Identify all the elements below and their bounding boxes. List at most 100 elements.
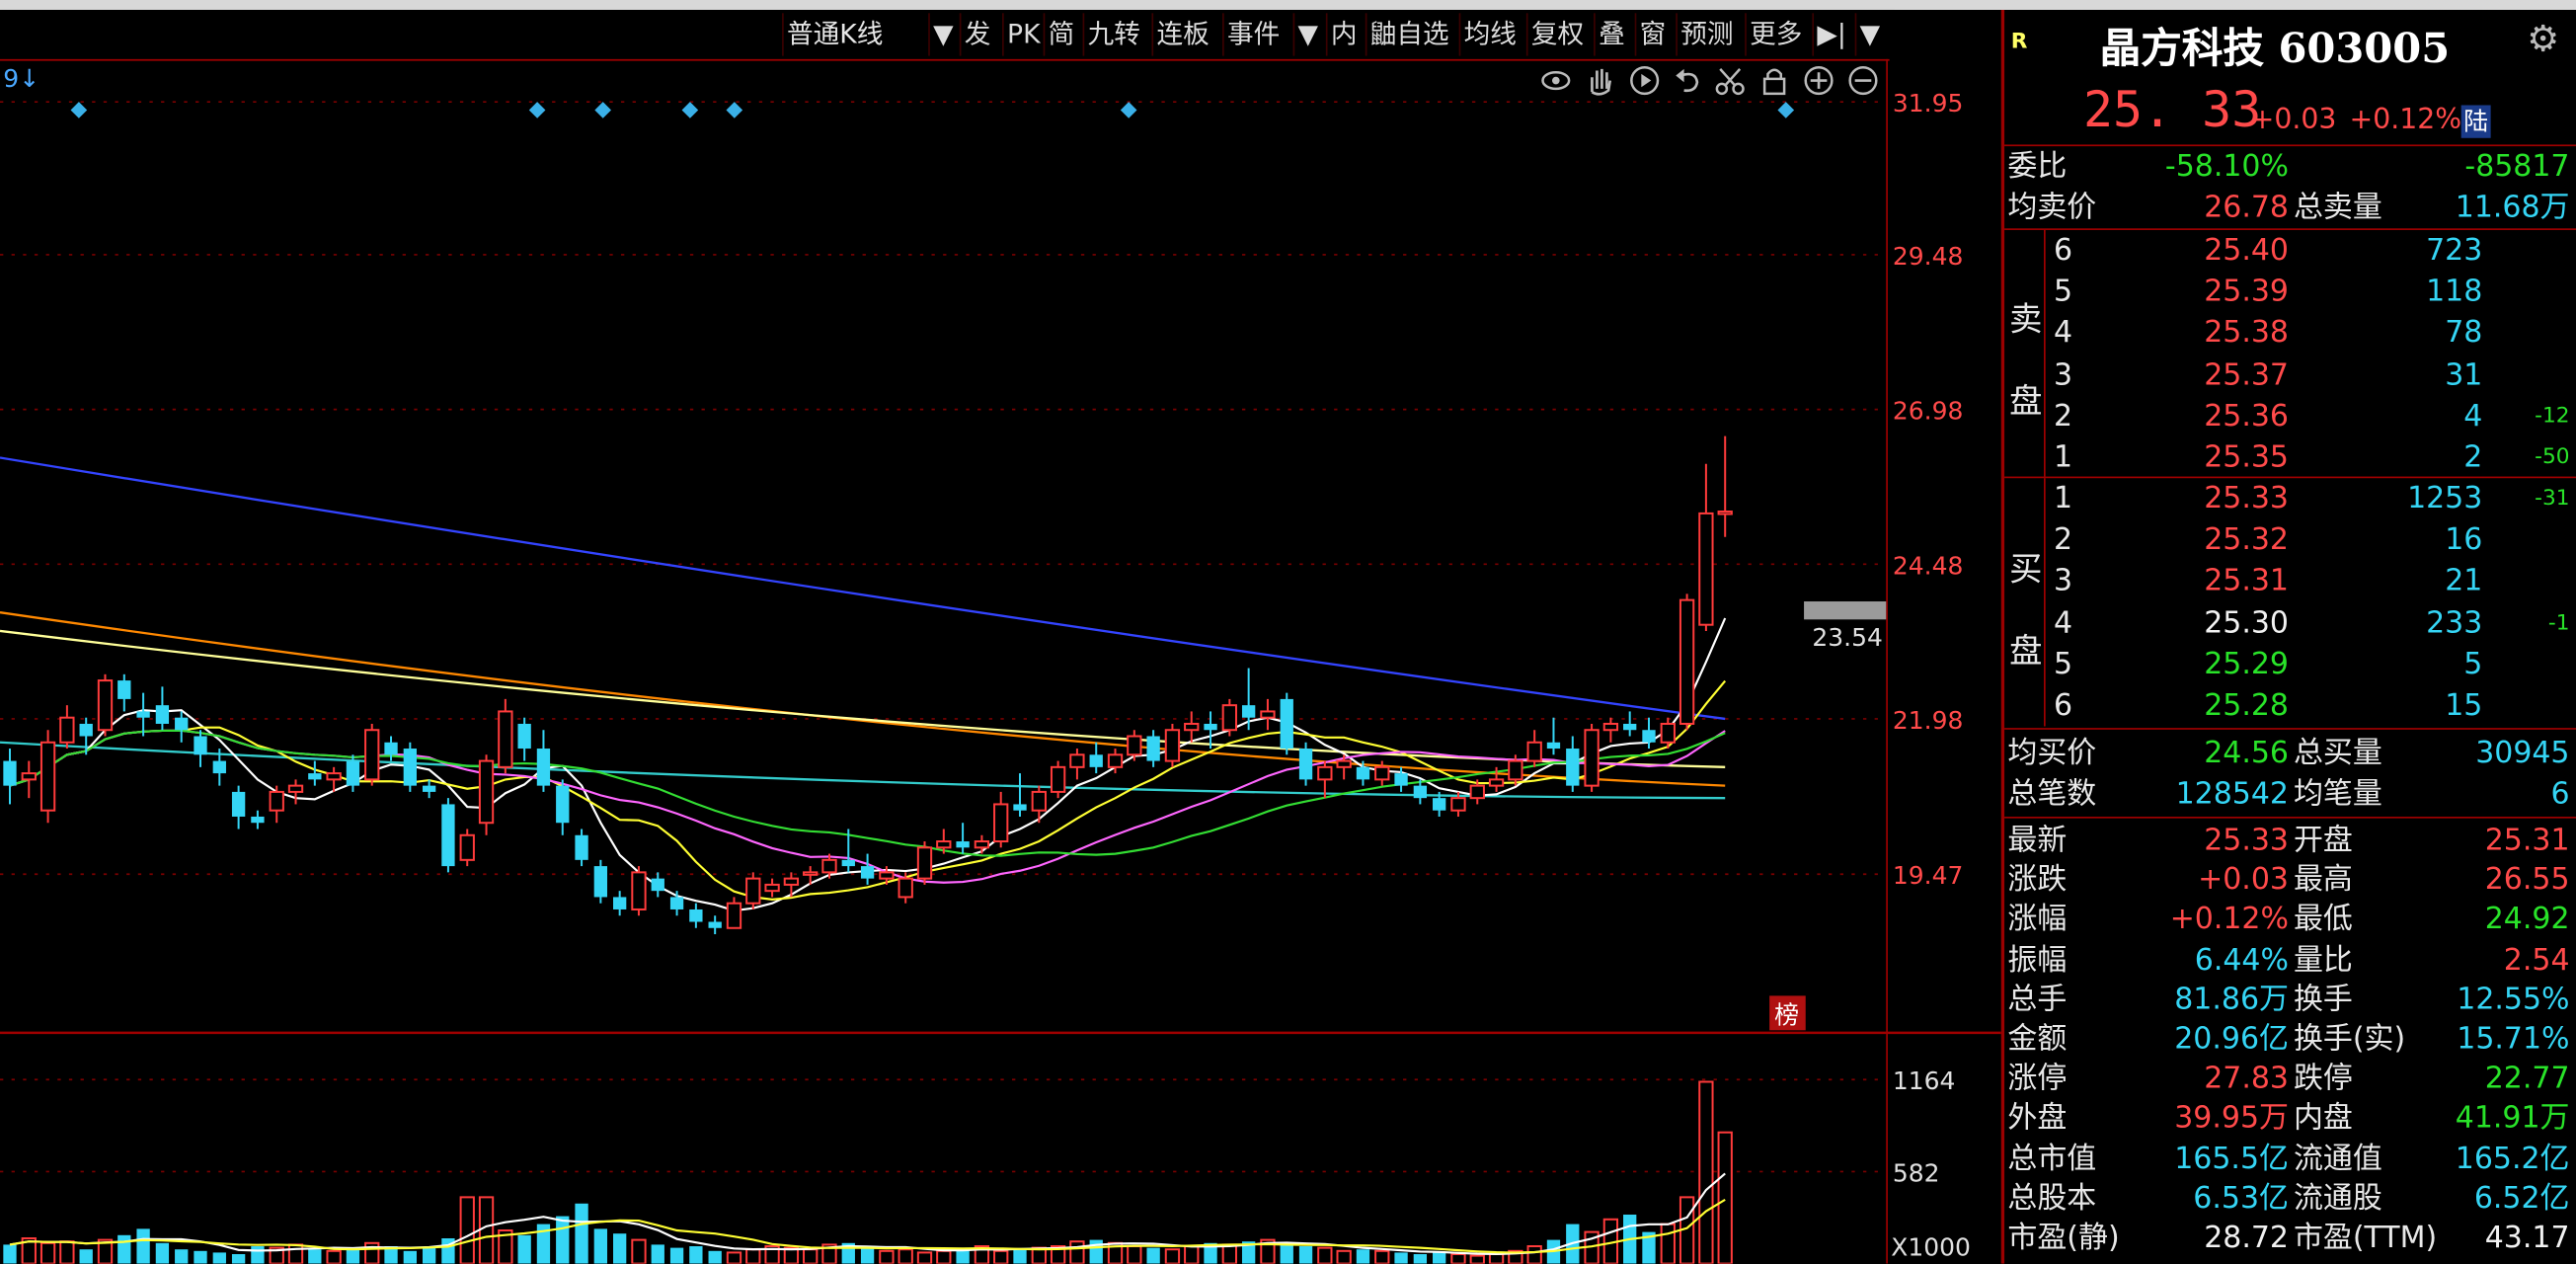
candle-body (1356, 766, 1370, 780)
volume-bar (403, 1250, 417, 1264)
bid-row[interactable]: 3 25.31 21 (2004, 561, 2576, 602)
bid-level: 4 (2054, 605, 2073, 641)
ask-level: 1 (2054, 439, 2073, 475)
volume-bar (1146, 1247, 1160, 1264)
bid-row[interactable]: 2 25.32 16 (2004, 519, 2576, 561)
stat-label: 金额 (2007, 1022, 2068, 1057)
candle-body (1241, 705, 1256, 718)
price-tick-label: 31.95 (1893, 89, 1963, 118)
candle-body (3, 760, 17, 786)
stat-row: 涨跌 +0.03 最高 26.55 (2004, 860, 2576, 902)
ask-row[interactable]: 6 25.40 723 (2004, 230, 2576, 272)
stat-value: 28.72 (2204, 1221, 2289, 1256)
candle-body (422, 785, 436, 792)
bid-row[interactable]: 4 25.30 233 -1 (2004, 602, 2576, 644)
candle-body (1280, 698, 1293, 750)
hand-icon[interactable] (1591, 68, 1612, 96)
candle-body (1127, 735, 1142, 756)
ask-row[interactable]: 1 25.35 2 -50 (2004, 437, 2576, 479)
volume-bar (136, 1228, 150, 1264)
price-tick-label: 26.98 (1893, 397, 1963, 426)
trades-row: 总笔数 128542 均笔量 6 (2004, 774, 2576, 816)
candle-body (745, 877, 761, 905)
gear-icon[interactable]: ⚙ (2527, 20, 2559, 61)
bid-row[interactable]: 6 25.28 15 (2004, 685, 2576, 727)
stat-row: 市盈(静) 28.72 市盈(TTM) 43.17 (2004, 1218, 2576, 1259)
volume-bar (1698, 1080, 1714, 1264)
volume-bar (803, 1248, 819, 1264)
stat-value: 25.31 (2484, 823, 2570, 858)
stat-label: 换手 (2293, 982, 2353, 1017)
eye-icon[interactable] (1541, 70, 1571, 91)
candle-body (708, 921, 722, 928)
undo-icon[interactable] (1676, 68, 1699, 93)
volume-bar (651, 1244, 664, 1264)
bid-volume: 15 (2445, 688, 2483, 724)
price-tick-label: 29.48 (1893, 242, 1963, 271)
ask-volume: 78 (2445, 316, 2483, 352)
price-change-pct: +0.12% (2349, 103, 2462, 137)
volume-bar (39, 1241, 56, 1264)
candle-body (269, 790, 284, 812)
stat-value: 81.86万 (2174, 982, 2289, 1017)
ask-price: 25.35 (2204, 439, 2289, 475)
candle-body (403, 749, 417, 786)
stat-value: 2.54 (2503, 942, 2570, 978)
stat-value: 165.5亿 (2174, 1141, 2289, 1176)
stat-value: 22.77 (2484, 1062, 2570, 1097)
volume-bar (1469, 1254, 1485, 1264)
volume-bar (1413, 1254, 1428, 1264)
zoom-out-icon[interactable] (1848, 65, 1878, 96)
stat-label: 涨幅 (2007, 903, 2068, 938)
zoom-in-icon[interactable] (1804, 65, 1834, 96)
candle-body (346, 760, 360, 786)
bid-price: 25.29 (2204, 647, 2289, 682)
scissors-icon[interactable] (1715, 68, 1745, 96)
candle-body (956, 841, 970, 848)
volume-ma5-line (9, 1172, 1726, 1256)
volume-bar (155, 1242, 170, 1264)
ask-row[interactable]: 2 25.36 4 -12 (2004, 396, 2576, 437)
price-change: +0.03 (2250, 103, 2337, 137)
stock-title: 晶方科技 603005 (2099, 24, 2451, 73)
candle-body (1204, 723, 1217, 731)
candle-body (1089, 754, 1103, 767)
stat-value: 12.55% (2457, 982, 2570, 1017)
bid-level: 2 (2054, 522, 2073, 558)
bid-change: -1 (2547, 610, 2570, 636)
event-marker-icon (726, 102, 743, 118)
candle-body (669, 897, 684, 909)
stat-label: 总市值 (2007, 1141, 2097, 1176)
kline-chart[interactable]: 31.95 29.48 26.98 24.48 21.98 19.47 1164 582 9↓… (0, 0, 2001, 1264)
buy-avg-price: 24.56 (2204, 736, 2289, 771)
current-price-marker (1804, 601, 1887, 620)
ask-row[interactable]: 4 25.38 78 (2004, 313, 2576, 355)
bid-row[interactable]: 5 25.29 5 (2004, 644, 2576, 685)
volume-bar (1069, 1240, 1085, 1264)
stat-row: 总市值 165.5亿 流通值 165.2亿 (2004, 1138, 2576, 1179)
ask-change: -12 (2535, 404, 2570, 429)
bid-row[interactable]: 1 25.33 1253 -31 (2004, 478, 2576, 519)
lock-icon[interactable] (1762, 68, 1786, 96)
play-icon[interactable] (1630, 65, 1660, 96)
ask-row[interactable]: 3 25.37 31 (2004, 355, 2576, 396)
stat-label: 流通股 (2293, 1181, 2382, 1217)
volume-bar (1280, 1244, 1293, 1264)
ask-volume: 723 (2426, 233, 2483, 269)
stat-label: 涨停 (2007, 1062, 2068, 1097)
volume-tick-label: 1164 (1893, 1066, 1956, 1095)
r-mark: R (2010, 29, 2028, 54)
buy-avg-row: 均买价 24.56 总买量 30945 (2004, 733, 2576, 774)
stat-value: 43.17 (2484, 1221, 2570, 1256)
market-tag[interactable]: 陆 (2460, 105, 2491, 138)
ask-level: 3 (2054, 357, 2073, 393)
volume-bar (1374, 1249, 1390, 1264)
volume-bar (575, 1203, 588, 1264)
ask-row[interactable]: 5 25.39 118 (2004, 272, 2576, 313)
sell-avg-row: 均卖价 26.78 总卖量 11.68万 (2004, 188, 2576, 229)
volume-bar (556, 1216, 570, 1264)
board-badge-label: 榜 (1774, 1001, 1799, 1030)
volume-bar (175, 1249, 189, 1264)
ask-volume: 4 (2463, 399, 2483, 434)
candle-body (916, 846, 933, 880)
